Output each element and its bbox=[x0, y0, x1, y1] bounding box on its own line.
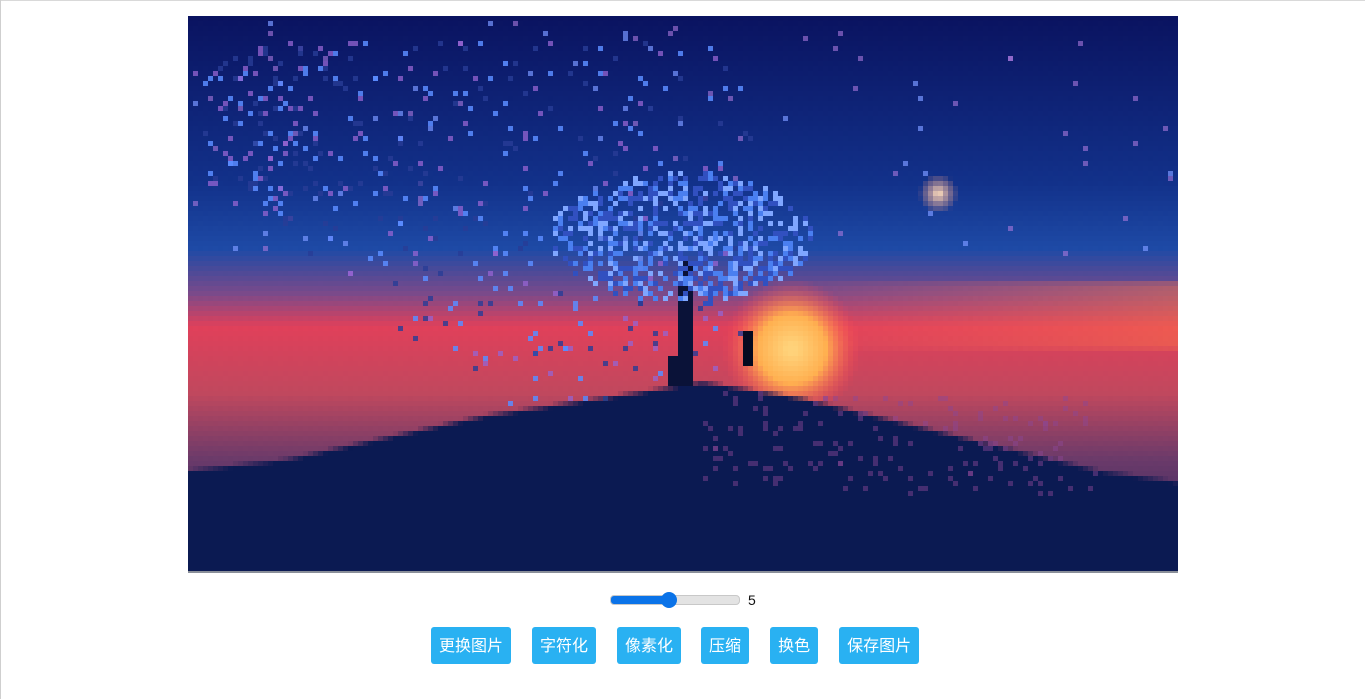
action-toolbar: 更换图片 字符化 像素化 压缩 换色 保存图片 bbox=[431, 627, 920, 664]
save-image-button[interactable]: 保存图片 bbox=[839, 627, 920, 664]
change-image-button[interactable]: 更换图片 bbox=[431, 627, 512, 664]
pixel-size-control: 5 bbox=[610, 589, 756, 611]
pixel-size-slider[interactable] bbox=[610, 595, 740, 605]
compress-button[interactable]: 压缩 bbox=[701, 627, 750, 664]
top-divider bbox=[0, 0, 1365, 1]
pixelated-landscape-image bbox=[188, 16, 1178, 571]
image-bottom-border bbox=[188, 571, 1178, 573]
ascii-art-button[interactable]: 字符化 bbox=[532, 627, 597, 664]
image-preview bbox=[188, 16, 1178, 573]
left-divider bbox=[0, 0, 1, 699]
recolor-button[interactable]: 换色 bbox=[770, 627, 819, 664]
pixelate-button[interactable]: 像素化 bbox=[617, 627, 682, 664]
pixel-size-value: 5 bbox=[748, 592, 756, 608]
